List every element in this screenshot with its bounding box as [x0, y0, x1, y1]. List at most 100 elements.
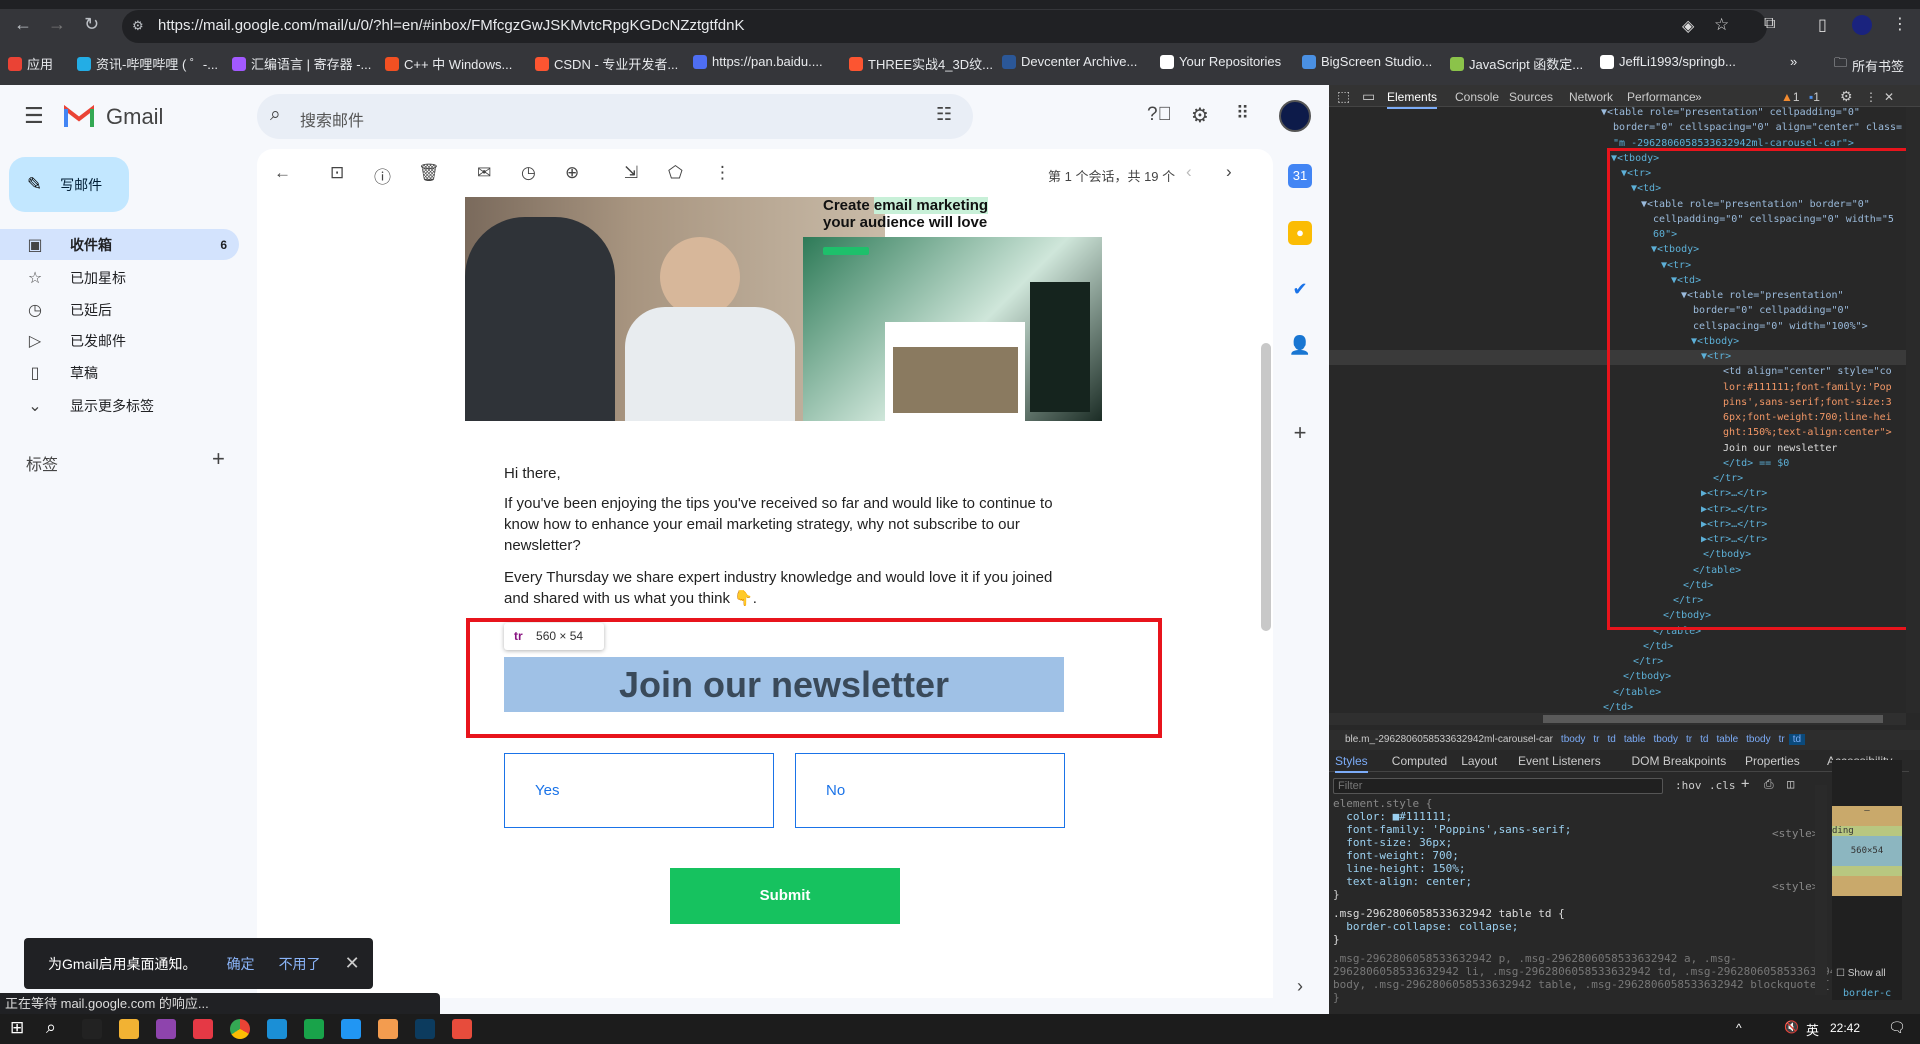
messages-icon[interactable]: ▪1: [1809, 90, 1820, 104]
volume-muted-icon[interactable]: 🔇: [1784, 1020, 1799, 1034]
css-rule-line[interactable]: .msg-2962806058533632942 table td {: [1333, 907, 1565, 920]
mark-unread-icon[interactable]: ✉: [477, 163, 491, 183]
devtools-tab[interactable]: Elements: [1387, 90, 1438, 109]
taskbar-search-icon[interactable]: ⌕: [46, 1017, 56, 1038]
sidebar-item[interactable]: ◷ 已延后: [0, 294, 239, 325]
dom-node-line[interactable]: </td>: [1631, 639, 1673, 654]
cls-toggle[interactable]: .cls: [1709, 779, 1736, 792]
breadcrumb-item[interactable]: tbody: [1650, 734, 1682, 745]
newer-button[interactable]: ‹: [1186, 162, 1192, 182]
breadcrumb-item[interactable]: td: [1604, 734, 1620, 745]
keep-icon[interactable]: ●: [1288, 221, 1312, 245]
devtools-tab[interactable]: Performance: [1627, 90, 1696, 104]
toggle-sidebar-icon[interactable]: ◫: [1787, 777, 1794, 791]
style-tab[interactable]: DOM Breakpoints: [1632, 754, 1727, 768]
taskbar-app-icon[interactable]: [452, 1019, 472, 1039]
taskbar-app-icon[interactable]: [82, 1019, 102, 1039]
bookmark-star-icon[interactable]: ☆: [1714, 15, 1729, 35]
device-toolbar-icon[interactable]: ▭: [1362, 88, 1375, 105]
breadcrumb-item[interactable]: td: [1788, 734, 1806, 745]
side-panel-icon[interactable]: ▯: [1818, 15, 1827, 35]
bookmark-item[interactable]: 汇编语言 | 寄存器 -...: [232, 54, 371, 73]
snooze-icon[interactable]: ◷: [521, 163, 536, 183]
inspect-element-icon[interactable]: ⬚: [1337, 88, 1350, 105]
sidebar-item[interactable]: ▷ 已发邮件: [0, 325, 239, 356]
styles-scrollbar[interactable]: [1815, 785, 1827, 995]
dom-node-line[interactable]: border="0" cellspacing="0" align="center…: [1601, 120, 1902, 135]
sidebar-item[interactable]: ⌄ 显示更多标签: [0, 390, 239, 421]
taskbar-app-icon[interactable]: [193, 1019, 213, 1039]
contacts-icon[interactable]: 👤: [1288, 333, 1312, 357]
gmail-logo[interactable]: [64, 104, 94, 127]
css-rule-line[interactable]: font-size: 36px;: [1333, 836, 1452, 849]
style-source[interactable]: <style>: [1772, 827, 1818, 840]
no-option[interactable]: No: [795, 753, 1065, 828]
bookmark-item[interactable]: BigScreen Studio...: [1302, 54, 1432, 69]
add-task-icon[interactable]: ⊕: [565, 163, 579, 183]
show-side-panel-icon[interactable]: ›: [1288, 974, 1312, 998]
all-bookmarks-button[interactable]: 🗀 所有书签: [1834, 54, 1904, 76]
element-state-icon[interactable]: ⎙: [1764, 777, 1774, 792]
css-rule-line[interactable]: }: [1333, 888, 1340, 901]
more-bookmarks-button[interactable]: »: [1790, 54, 1797, 69]
style-tab[interactable]: Computed: [1392, 754, 1447, 768]
search-input[interactable]: [257, 94, 973, 139]
devtools-tab[interactable]: »: [1695, 90, 1702, 104]
breadcrumb-item[interactable]: td: [1696, 734, 1712, 745]
devtools-tab[interactable]: Network: [1569, 90, 1613, 104]
sidebar-item[interactable]: ▯ 草稿: [0, 357, 239, 388]
search-options-icon[interactable]: ☷: [936, 104, 952, 125]
style-tab[interactable]: Layout: [1461, 754, 1497, 768]
tree-horizontal-scrollbar[interactable]: [1329, 713, 1906, 725]
toast-ok-button[interactable]: 确定: [227, 954, 255, 974]
bookmark-item[interactable]: Your Repositories: [1160, 54, 1281, 69]
dom-node-line[interactable]: </table>: [1601, 685, 1661, 700]
taskbar-app-icon[interactable]: [415, 1019, 435, 1039]
account-avatar[interactable]: [1279, 100, 1311, 132]
css-rule-line[interactable]: .msg-2962806058533632942 p, .msg-2962806…: [1333, 952, 1737, 965]
add-label-button[interactable]: +: [212, 446, 225, 472]
move-to-icon[interactable]: ⇲: [624, 163, 638, 183]
yes-option[interactable]: Yes: [504, 753, 774, 828]
bookmark-item[interactable]: JavaScript 函数定...: [1450, 54, 1583, 73]
sidebar-item[interactable]: ☆ 已加星标: [0, 262, 239, 293]
style-source[interactable]: <style>: [1772, 880, 1818, 893]
more-actions-icon[interactable]: ⋮: [714, 163, 731, 183]
styles-filter-input[interactable]: Filter: [1333, 778, 1663, 794]
dom-node-line[interactable]: </tbody>: [1611, 669, 1671, 684]
devtools-tab[interactable]: Console: [1455, 90, 1499, 104]
taskbar-app-icon[interactable]: [378, 1019, 398, 1039]
dom-node-line[interactable]: </tr>: [1621, 654, 1663, 669]
taskbar-app-icon[interactable]: [156, 1019, 176, 1039]
search-icon[interactable]: ⌕: [270, 104, 281, 126]
css-rule-line[interactable]: }: [1333, 991, 1340, 1004]
new-rule-icon[interactable]: +: [1741, 776, 1749, 792]
reload-icon[interactable]: ↻: [84, 14, 99, 35]
more-menu-icon[interactable]: ⋮: [1892, 14, 1908, 34]
ime-indicator[interactable]: 英: [1806, 1020, 1819, 1039]
devtools-settings-icon[interactable]: ⚙: [1840, 88, 1853, 105]
compose-button[interactable]: ✎ 写邮件: [9, 157, 129, 212]
breadcrumb-item[interactable]: tr: [1589, 734, 1603, 745]
breadcrumb-item[interactable]: table: [1620, 734, 1650, 745]
style-tab[interactable]: Event Listeners: [1518, 754, 1601, 768]
settings-gear-icon[interactable]: ⚙: [1191, 103, 1209, 128]
taskbar-app-icon[interactable]: [341, 1019, 361, 1039]
calendar-icon[interactable]: 31: [1288, 164, 1312, 188]
breadcrumb-item[interactable]: table: [1712, 734, 1742, 745]
show-all-checkbox[interactable]: ☐ Show all: [1836, 968, 1886, 979]
warning-icon[interactable]: ▲1: [1781, 90, 1800, 104]
dom-node-line[interactable]: ▼<table role="presentation" cellpadding=…: [1601, 105, 1860, 120]
older-button[interactable]: ›: [1226, 162, 1232, 182]
back-icon[interactable]: ←: [14, 14, 32, 35]
taskbar-app-icon[interactable]: [230, 1019, 250, 1039]
profile-avatar[interactable]: [1852, 15, 1872, 35]
submit-button[interactable]: Submit: [670, 868, 900, 924]
bookmark-item[interactable]: 资讯-哔哩哔哩 ( ゜-...: [77, 54, 218, 73]
sidebar-item[interactable]: ▣ 收件箱 6: [0, 229, 239, 260]
breadcrumb-item[interactable]: tbody: [1742, 734, 1774, 745]
notification-center-icon[interactable]: 🗨: [1888, 1019, 1906, 1036]
devtools-menu-icon[interactable]: ⋮: [1865, 90, 1877, 104]
taskbar-app-icon[interactable]: [119, 1019, 139, 1039]
breadcrumb-item[interactable]: ble.m_-2962806058533632942ml-carousel-ca…: [1341, 734, 1557, 745]
